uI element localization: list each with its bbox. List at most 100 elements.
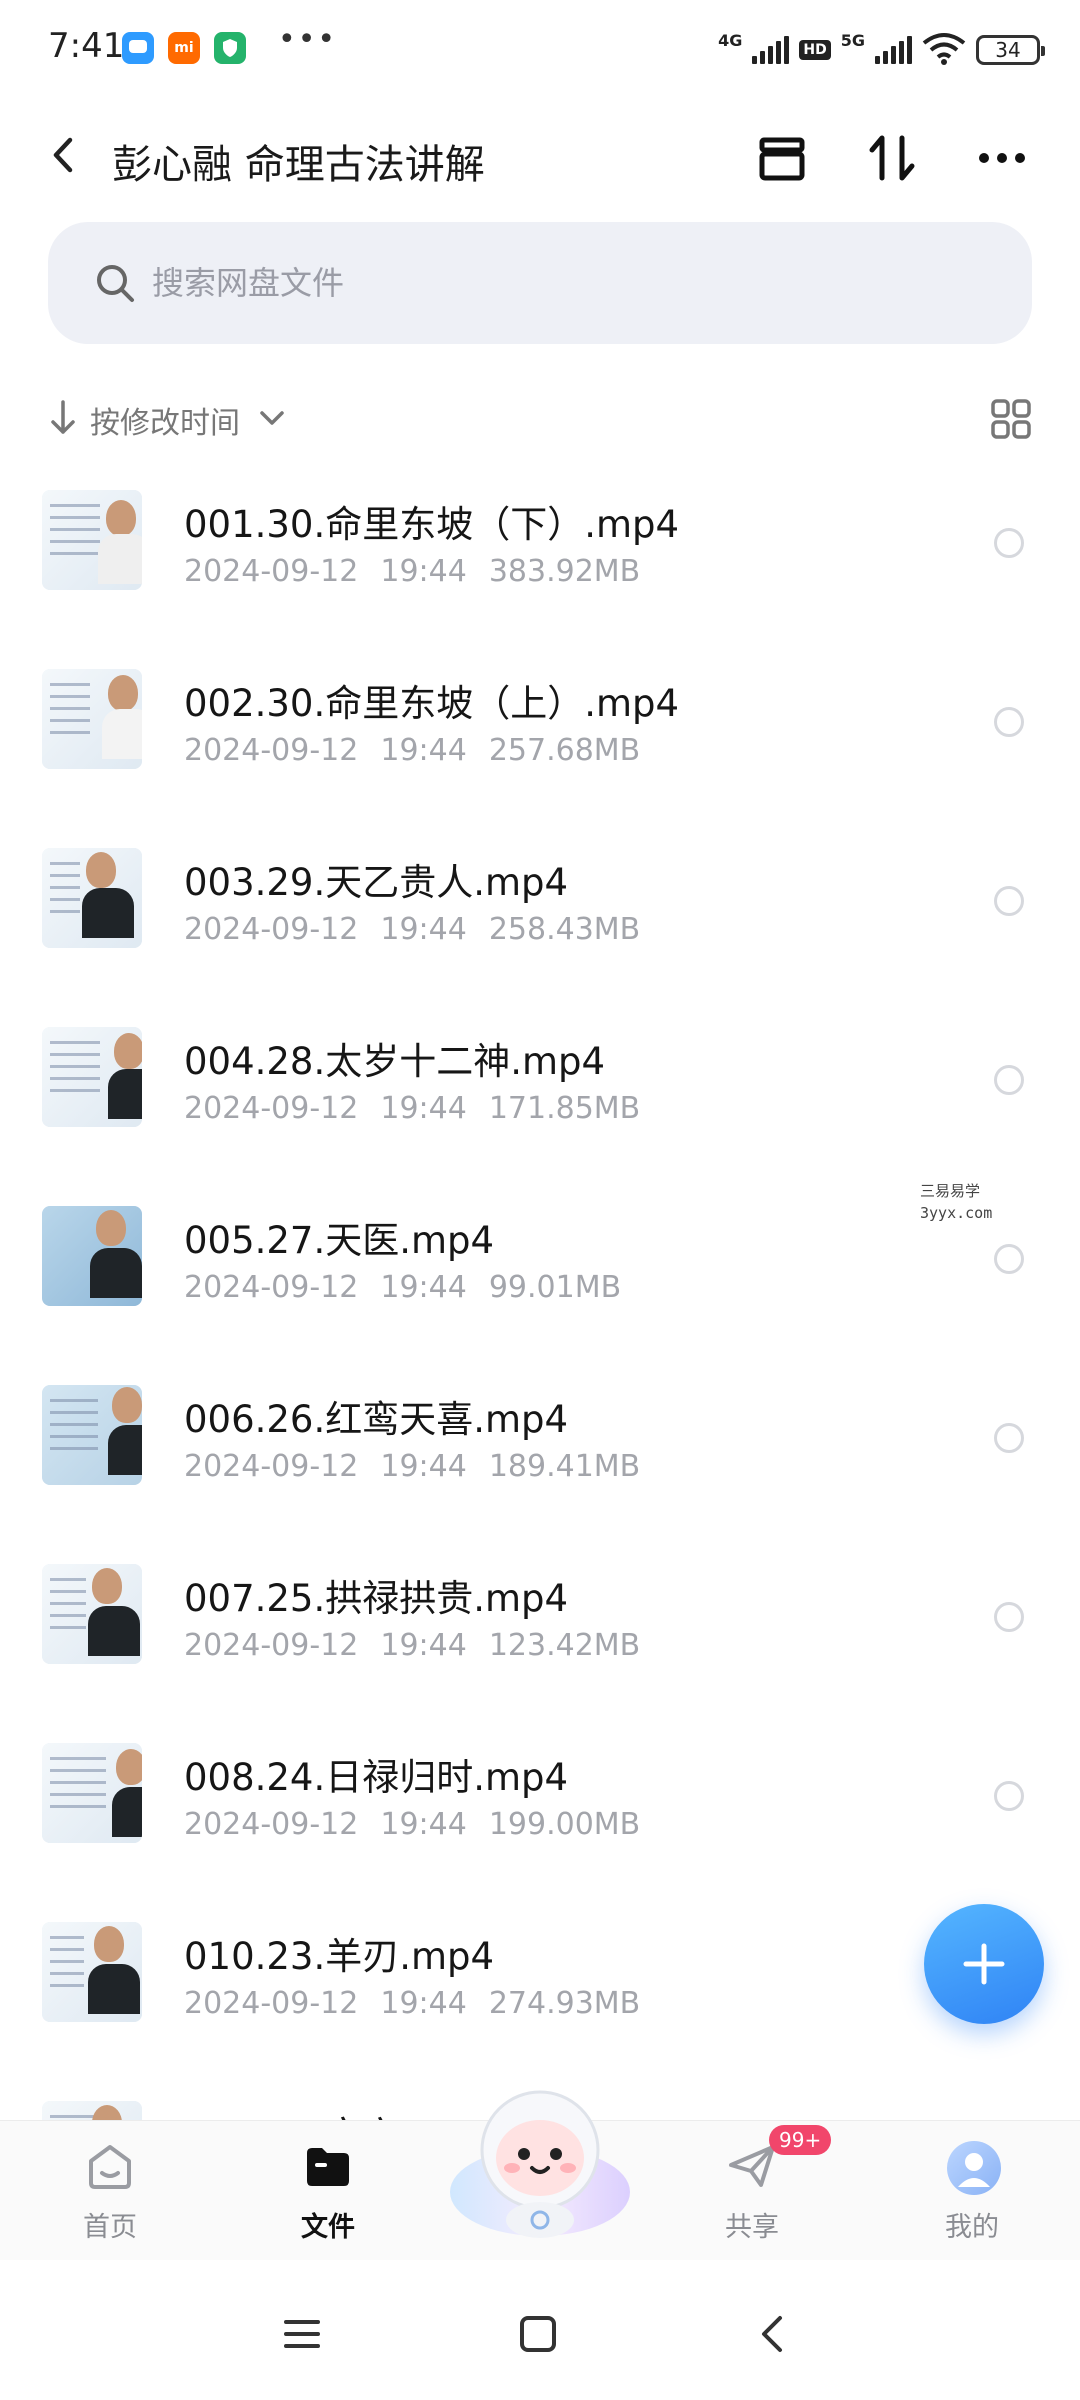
chevron-down-icon[interactable]	[256, 402, 288, 434]
hd-icon: HD	[799, 40, 831, 60]
video-thumbnail	[42, 669, 142, 769]
avatar	[945, 2139, 1001, 2195]
file-meta: 2024-09-12 19:44 171.85MB	[184, 1091, 640, 1126]
sort-toggle-button[interactable]	[862, 128, 922, 188]
share-badge: 99+	[769, 2125, 832, 2155]
file-size: 383.92MB	[488, 554, 641, 589]
file-name: 006.26.红鸾天喜.mp4	[184, 1398, 569, 1441]
grid-view-icon[interactable]	[990, 398, 1032, 440]
file-name: 002.30.命里东坡（上）.mp4	[184, 682, 680, 725]
file-date: 2024-09-12	[184, 1628, 359, 1663]
battery-icon: 34	[976, 35, 1045, 65]
video-thumbnail	[42, 1385, 142, 1485]
file-size: 189.41MB	[488, 1449, 641, 1484]
select-checkbox[interactable]	[994, 1781, 1024, 1811]
file-size: 258.43MB	[488, 912, 641, 947]
nav-me-label: 我的	[945, 2212, 999, 2243]
more-button[interactable]	[972, 128, 1032, 188]
nav-share[interactable]: 99+ 共享	[682, 2125, 832, 2249]
file-row[interactable]: 003.29.天乙贵人.mp4 2024-09-12 19:44 258.43MB	[0, 818, 1080, 997]
file-date: 2024-09-12	[184, 733, 359, 768]
status-bar: 7:41 mi ••• 4G HD 5G 34	[0, 0, 1080, 100]
home-square-icon[interactable]	[508, 2304, 568, 2364]
folder-icon	[301, 2139, 355, 2193]
mi-app-icon: mi	[168, 32, 200, 64]
file-size: 123.42MB	[488, 1628, 641, 1663]
collection-button[interactable]	[752, 128, 812, 188]
file-time: 19:44	[380, 1628, 467, 1663]
sort-direction-icon[interactable]	[48, 398, 78, 438]
nav-home-label: 首页	[83, 2212, 137, 2243]
select-checkbox[interactable]	[994, 1423, 1024, 1453]
status-overflow-dots: •••	[278, 22, 338, 57]
nav-files[interactable]: 文件	[258, 2139, 398, 2249]
file-date: 2024-09-12	[184, 1091, 359, 1126]
security-app-icon	[214, 32, 246, 64]
paper-plane-icon: 99+	[725, 2125, 832, 2193]
file-meta: 2024-09-12 19:44 123.42MB	[184, 1628, 640, 1663]
file-name: 004.28.太岁十二神.mp4	[184, 1040, 606, 1083]
select-checkbox[interactable]	[994, 1065, 1024, 1095]
select-checkbox[interactable]	[994, 528, 1024, 558]
search-input[interactable]	[152, 252, 952, 314]
file-row[interactable]: 006.26.红鸾天喜.mp4 2024-09-12 19:44 189.41MB	[0, 1355, 1080, 1534]
wifi-icon	[922, 31, 966, 69]
file-size: 274.93MB	[488, 1986, 641, 2021]
file-size: 99.01MB	[488, 1270, 622, 1305]
home-icon	[83, 2139, 137, 2193]
file-time: 19:44	[380, 1807, 467, 1842]
file-row[interactable]: 001.30.命里东坡（下）.mp4 2024-09-12 19:44 383.92…	[0, 460, 1080, 639]
select-checkbox[interactable]	[994, 707, 1024, 737]
nav-share-label: 共享	[725, 2212, 779, 2243]
sort-arrows-icon	[869, 135, 915, 181]
signal-icon	[875, 36, 912, 64]
file-name: 008.24.日禄归时.mp4	[184, 1756, 569, 1799]
file-meta: 2024-09-12 19:44 274.93MB	[184, 1986, 640, 2021]
file-date: 2024-09-12	[184, 1986, 359, 2021]
file-row[interactable]: 002.30.命里东坡（上）.mp4 2024-09-12 19:44 257.68…	[0, 639, 1080, 818]
more-dots-icon	[979, 153, 1025, 163]
file-row[interactable]: 010.23.羊刃.mp4 2024-09-12 19:44 274.93MB	[0, 1892, 1080, 2071]
file-date: 2024-09-12	[184, 1270, 359, 1305]
file-date: 2024-09-12	[184, 1449, 359, 1484]
file-size: 171.85MB	[488, 1091, 641, 1126]
nav-home[interactable]: 首页	[40, 2139, 180, 2249]
file-row[interactable]: 008.24.日禄归时.mp4 2024-09-12 19:44 199.00MB	[0, 1713, 1080, 1892]
app-header: 彭心融 命理古法讲解	[0, 110, 1080, 200]
file-list: 001.30.命里东坡（下）.mp4 2024-09-12 19:44 383.92…	[0, 460, 1080, 2120]
file-row[interactable]: 004.28.太岁十二神.mp4 2024-09-12 19:44 171.85MB	[0, 997, 1080, 1176]
file-time: 19:44	[380, 733, 467, 768]
file-name: 005.27.天医.mp4	[184, 1219, 495, 1262]
add-button[interactable]	[924, 1904, 1044, 2024]
file-time: 19:44	[380, 912, 467, 947]
video-thumbnail	[42, 1922, 142, 2022]
ai-assistant-mascot[interactable]	[446, 2080, 634, 2250]
file-row[interactable]: 005.27.天医.mp4 2024-09-12 19:44 99.01MB	[0, 1176, 1080, 1355]
sort-label[interactable]: 按修改时间	[90, 398, 240, 442]
nav-me[interactable]: 我的	[902, 2139, 1042, 2249]
file-meta: 2024-09-12 19:44 199.00MB	[184, 1807, 640, 1842]
page-title: 彭心融 命理古法讲解	[112, 142, 485, 188]
file-name: 001.30.命里东坡（下）.mp4	[184, 503, 680, 546]
select-checkbox[interactable]	[994, 1602, 1024, 1632]
file-time: 19:44	[380, 554, 467, 589]
back-button[interactable]	[40, 130, 90, 180]
file-date: 2024-09-12	[184, 1807, 359, 1842]
file-row[interactable]: 007.25.拱禄拱贵.mp4 2024-09-12 19:44 123.42MB	[0, 1534, 1080, 1713]
search-bar[interactable]	[48, 222, 1032, 344]
video-thumbnail	[42, 848, 142, 948]
system-nav-bar	[0, 2260, 1080, 2400]
select-checkbox[interactable]	[994, 886, 1024, 916]
file-meta: 2024-09-12 19:44 383.92MB	[184, 554, 640, 589]
video-thumbnail	[42, 2101, 142, 2120]
plus-icon	[963, 1943, 1005, 1985]
file-time: 19:44	[380, 1986, 467, 2021]
file-size: 199.00MB	[488, 1807, 641, 1842]
back-triangle-icon[interactable]	[744, 2304, 804, 2364]
status-time: 7:41	[48, 26, 125, 66]
select-checkbox[interactable]	[994, 1244, 1024, 1274]
file-name: 007.25.拱禄拱贵.mp4	[184, 1577, 569, 1620]
menu-icon[interactable]	[272, 2304, 332, 2364]
message-app-icon	[122, 32, 154, 64]
file-meta: 2024-09-12 19:44 258.43MB	[184, 912, 640, 947]
